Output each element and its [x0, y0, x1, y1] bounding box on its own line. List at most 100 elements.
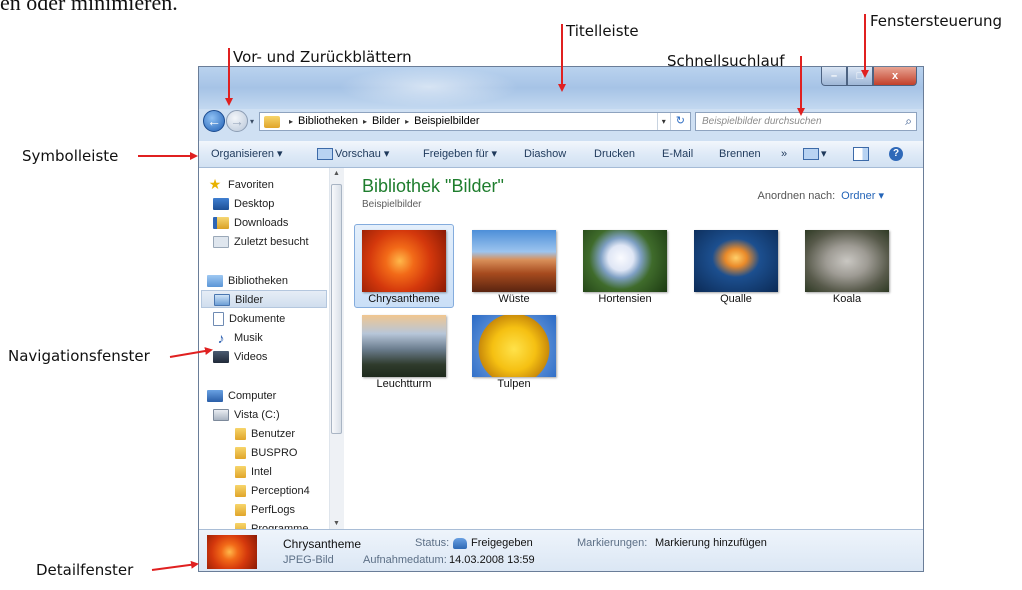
- breadcrumb-separator: ▸: [289, 117, 294, 126]
- address-history-dropdown[interactable]: ▾: [656, 113, 670, 130]
- scroll-up-arrow-icon[interactable]: ▲: [333, 170, 340, 177]
- email-button[interactable]: E-Mail: [662, 141, 693, 167]
- nav-item-recent[interactable]: Zuletzt besucht: [213, 233, 309, 251]
- nav-item-videos[interactable]: Videos: [213, 348, 267, 366]
- thumbnail-caption: Tulpen: [497, 378, 531, 390]
- folder-icon: [264, 115, 280, 128]
- details-date-value: 14.03.2008 13:59: [449, 554, 535, 566]
- nav-item-label: Dokumente: [229, 313, 286, 325]
- music-note-icon: ♪: [217, 330, 225, 347]
- arrange-by: Anordnen nach: Ordner ▾: [758, 189, 885, 202]
- thumbnail-item[interactable]: Wüste: [464, 224, 564, 308]
- breadcrumb-separator[interactable]: ▸: [363, 113, 367, 130]
- thumbnail-image-leuchtturm: [362, 315, 446, 377]
- nav-item-favorites[interactable]: ★ Favoriten: [207, 176, 274, 194]
- document-fragment-text: en oder minimieren.: [0, 0, 178, 15]
- breadcrumb-bibliotheken[interactable]: Bibliotheken: [298, 113, 358, 130]
- thumbnail-item[interactable]: Tulpen: [464, 309, 564, 393]
- folder-icon: [235, 428, 246, 441]
- nav-item-label: Vista (C:): [234, 409, 280, 421]
- nav-item-label: Musik: [234, 332, 263, 344]
- forward-button[interactable]: →: [226, 110, 248, 132]
- nav-item-label: Downloads: [234, 217, 289, 229]
- nav-item-documents[interactable]: Dokumente: [213, 310, 285, 328]
- back-button[interactable]: ←: [203, 110, 225, 132]
- search-icon[interactable]: ⌕: [905, 113, 912, 130]
- thumbnail-image-tulpen: [472, 315, 556, 377]
- nav-item-computer[interactable]: Computer: [207, 387, 276, 405]
- scroll-down-arrow-icon[interactable]: ▼: [333, 520, 340, 527]
- print-button[interactable]: Drucken: [594, 141, 635, 167]
- breadcrumb-beispielbilder[interactable]: Beispielbilder: [414, 113, 479, 130]
- nav-item-label: BUSPRO: [251, 447, 298, 459]
- thumbnail-image-wueste: [472, 230, 556, 292]
- nav-item-label: PerfLogs: [251, 504, 296, 516]
- thumbnail-item[interactable]: Leuchtturm: [354, 309, 454, 393]
- views-button[interactable]: ▾: [803, 141, 827, 167]
- navigation-pane-scrollbar[interactable]: ▲ ▼: [329, 168, 344, 529]
- folder-icon: [235, 485, 246, 498]
- refresh-icon[interactable]: ↻: [669, 113, 690, 130]
- close-button[interactable]: x: [873, 67, 917, 86]
- nav-item-libraries[interactable]: Bibliotheken: [207, 272, 288, 290]
- annotation-navigationsfenster: Navigationsfenster: [8, 347, 150, 365]
- thumbnail-image-hortensien: [583, 230, 667, 292]
- details-tags-value[interactable]: Markierung hinzufügen: [655, 537, 767, 549]
- search-input[interactable]: Beispielbilder durchsuchen ⌕: [695, 112, 917, 131]
- nav-item-folder[interactable]: Intel: [235, 463, 272, 481]
- thumbnail-item[interactable]: Chrysantheme: [354, 224, 454, 308]
- nav-item-desktop[interactable]: Desktop: [213, 195, 274, 213]
- minimize-button[interactable]: –: [821, 67, 847, 86]
- documents-icon: [213, 312, 224, 327]
- maximize-button[interactable]: □: [847, 67, 873, 86]
- thumbnail-item[interactable]: Koala: [797, 224, 897, 308]
- preview-button[interactable]: Vorschau ▾: [317, 141, 389, 167]
- breadcrumb-bilder[interactable]: Bilder: [372, 113, 400, 130]
- navigation-row: ← → ▾ ▸ Bibliotheken ▸ Bilder ▸ Beispiel…: [199, 109, 923, 135]
- nav-item-label: Benutzer: [251, 428, 296, 440]
- details-file-name: Chrysantheme: [283, 537, 362, 551]
- computer-icon: [207, 390, 223, 403]
- nav-item-folder[interactable]: PerfLogs: [235, 501, 295, 519]
- navigation-pane: ★ Favoriten Desktop Downloads Zuletzt bes…: [199, 168, 344, 536]
- slideshow-button[interactable]: Diashow: [524, 141, 566, 167]
- preview-pane-button[interactable]: [853, 141, 869, 167]
- preview-pane-icon: [853, 147, 869, 162]
- title-bar[interactable]: – □ x: [199, 67, 923, 109]
- nav-item-downloads[interactable]: Downloads: [213, 214, 288, 232]
- preview-label: Vorschau ▾: [335, 148, 390, 160]
- nav-item-folder[interactable]: Perception4: [235, 482, 310, 500]
- share-with-button[interactable]: Freigeben für ▾: [423, 141, 497, 167]
- burn-button[interactable]: Brennen: [719, 141, 761, 167]
- help-button[interactable]: ?: [889, 141, 903, 167]
- more-commands-button[interactable]: »: [781, 141, 787, 167]
- content-pane: Bibliothek "Bilder" Beispielbilder Anord…: [344, 168, 923, 529]
- nav-item-label: Intel: [251, 466, 272, 478]
- scrollbar-thumb[interactable]: [331, 184, 342, 434]
- breadcrumb-separator[interactable]: ▸: [405, 113, 409, 130]
- star-icon: ★: [208, 176, 222, 193]
- address-bar[interactable]: ▸ Bibliotheken ▸ Bilder ▸ Beispielbilder…: [259, 112, 691, 131]
- recent-pages-dropdown[interactable]: ▾: [250, 117, 254, 126]
- details-status-label: Status:: [415, 537, 450, 549]
- drive-icon: [213, 409, 229, 422]
- thumbnail-caption: Qualle: [720, 293, 752, 305]
- thumbnail-caption: Koala: [832, 293, 862, 305]
- views-icon: [803, 148, 819, 161]
- details-tags-label: Markierungen:: [577, 537, 648, 549]
- nav-item-music[interactable]: ♪ Musik: [213, 329, 263, 347]
- thumbnail-item[interactable]: Hortensien: [575, 224, 675, 308]
- title-bar-glow: [339, 67, 519, 107]
- details-date-label: Aufnahmedatum:: [363, 554, 447, 566]
- arrange-by-dropdown[interactable]: Ordner ▾: [841, 190, 884, 202]
- nav-item-folder[interactable]: Benutzer: [235, 425, 295, 443]
- nav-item-label: Bibliotheken: [228, 275, 288, 287]
- nav-item-folder[interactable]: BUSPRO: [235, 444, 297, 462]
- nav-item-drive-c[interactable]: Vista (C:): [213, 406, 280, 424]
- details-file-type: JPEG-Bild: [283, 554, 334, 566]
- window-controls: – □ x: [821, 67, 917, 87]
- thumbnail-item[interactable]: Qualle: [686, 224, 786, 308]
- nav-item-pictures[interactable]: Bilder: [201, 290, 327, 308]
- organize-button[interactable]: Organisieren ▾: [211, 141, 283, 167]
- folder-icon: [235, 504, 246, 517]
